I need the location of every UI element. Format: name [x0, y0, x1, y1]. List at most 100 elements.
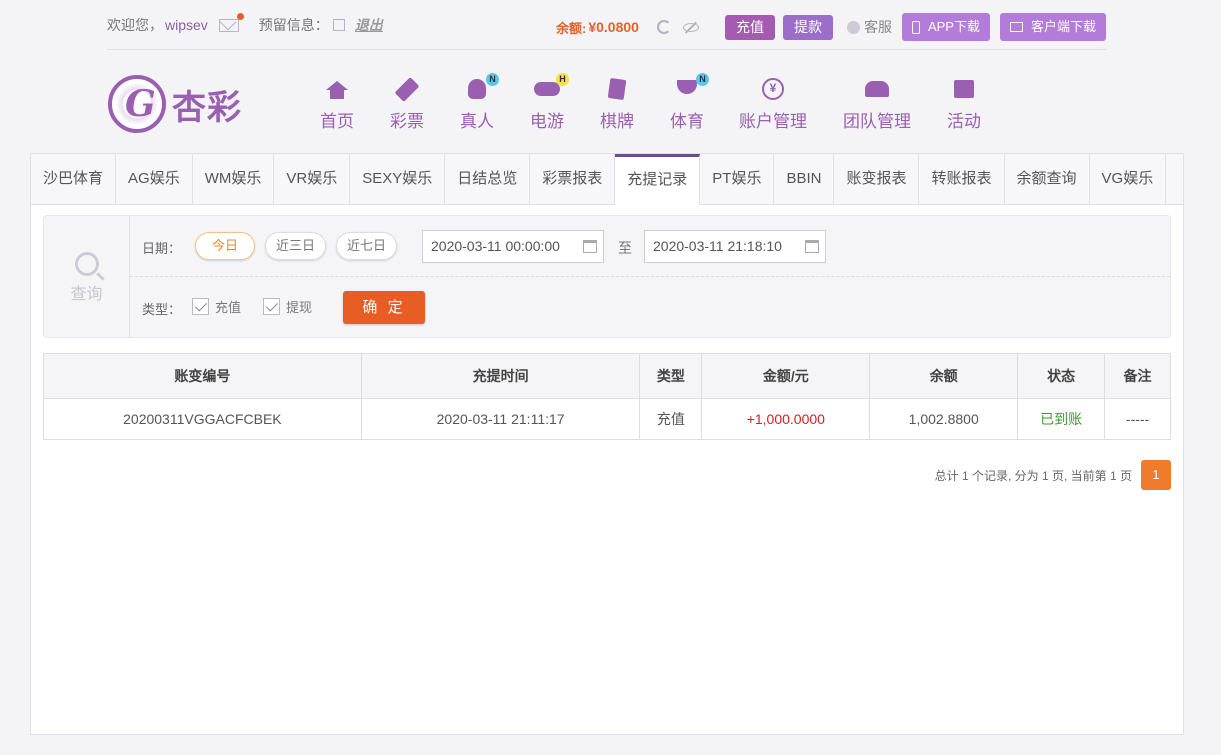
balance-label: 余额: — [556, 20, 587, 36]
start-date-input[interactable]: 2020-03-11 00:00:00 — [422, 230, 604, 263]
records-table: 账变编号 充提时间 类型 金额/元 余额 状态 备注 20200311VGGAC… — [43, 353, 1171, 440]
tab-transfer-report[interactable]: 转账报表 — [919, 154, 1005, 204]
logo-text: 杏彩 — [172, 87, 242, 128]
nav-label: 账户管理 — [739, 112, 807, 131]
balance-value: ¥0.0800 — [588, 19, 639, 35]
col-header-id: 账变编号 — [43, 353, 362, 399]
username: wipsev — [165, 17, 208, 33]
start-date-value: 2020-03-11 00:00:00 — [431, 238, 560, 254]
site-logo[interactable]: 杏彩 — [108, 74, 258, 134]
charge-button[interactable]: 充值 — [724, 14, 775, 40]
col-header-type: 类型 — [639, 353, 703, 399]
tab-vg[interactable]: VG娱乐 — [1089, 154, 1167, 204]
nav-item-team[interactable]: 团队管理 — [842, 78, 912, 132]
checkbox-checked-icon — [192, 298, 209, 315]
nav-item-lottery[interactable]: 彩票 — [388, 76, 426, 132]
tab-lottery-report[interactable]: 彩票报表 — [530, 154, 616, 204]
table-row: 20200311VGGACFCBEK 2020-03-11 21:11:17 充… — [43, 398, 1171, 440]
nav-item-home[interactable]: 首页 — [318, 78, 356, 132]
tab-wm[interactable]: WM娱乐 — [192, 154, 275, 204]
welcome-text: 欢迎您， — [107, 17, 163, 33]
cell-balance: 1,002.8800 — [869, 398, 1019, 440]
table-header-row: 账变编号 充提时间 类型 金额/元 余额 状态 备注 — [43, 353, 1171, 399]
type-withdraw-checkbox[interactable]: 提现 — [263, 297, 312, 316]
tab-deposit-withdraw-records[interactable]: 充提记录 — [615, 154, 701, 205]
date-label: 日期： — [142, 241, 182, 256]
query-label: 查询 — [70, 286, 103, 303]
type-withdraw-label: 提现 — [286, 300, 313, 315]
type-deposit-label: 充值 — [215, 300, 242, 315]
new-badge: N — [486, 73, 499, 86]
team-icon — [865, 81, 889, 97]
monitor-icon — [1009, 22, 1023, 32]
trophy-icon — [677, 80, 697, 94]
home-icon — [326, 80, 348, 99]
pagination-summary: 总计 1 个记录, 分为 1 页, 当前第 1 页 — [934, 468, 1132, 483]
refresh-icon[interactable] — [656, 20, 671, 34]
nav-label: 电游 — [530, 112, 564, 131]
cell-amount: +1,000.0000 — [701, 398, 871, 440]
col-header-remark: 备注 — [1104, 353, 1171, 399]
calendar-icon[interactable] — [805, 240, 819, 253]
customer-service-link[interactable]: 客服 — [846, 17, 892, 37]
tab-ag[interactable]: AG娱乐 — [116, 154, 193, 204]
tab-pt[interactable]: PT娱乐 — [700, 154, 775, 204]
end-date-input[interactable]: 2020-03-11 21:18:10 — [644, 230, 826, 263]
tab-sexy[interactable]: SEXY娱乐 — [350, 154, 446, 204]
type-deposit-checkbox[interactable]: 充值 — [192, 297, 241, 316]
yen-coin-icon: ¥ — [762, 78, 784, 100]
ticket-icon — [394, 76, 420, 102]
unread-dot — [236, 12, 244, 20]
phone-icon — [911, 20, 920, 34]
tab-saba-sports[interactable]: 沙巴体育 — [31, 154, 117, 204]
nav-item-slots[interactable]: H 电游 — [528, 73, 569, 132]
app-download-button[interactable]: APP下载 — [901, 13, 990, 41]
nav-item-sports[interactable]: N 体育 — [668, 73, 709, 132]
nav-item-chess[interactable]: 棋牌 — [598, 77, 636, 132]
tab-vr[interactable]: VR娱乐 — [274, 154, 351, 204]
withdraw-button[interactable]: 提款 — [782, 14, 833, 40]
nav-item-account[interactable]: ¥ 账户管理 — [738, 78, 808, 132]
hide-balance-icon[interactable] — [682, 22, 699, 32]
gift-icon — [954, 80, 974, 98]
query-block: 查询 — [44, 216, 130, 337]
logo-mark-icon — [108, 75, 166, 133]
quick-today[interactable]: 今日 — [195, 232, 255, 260]
new-badge: N — [696, 73, 709, 86]
cell-type: 充值 — [639, 398, 703, 440]
edit-icon[interactable] — [332, 19, 345, 31]
cell-remark: ----- — [1104, 398, 1171, 440]
pagination: 总计 1 个记录, 分为 1 页, 当前第 1 页 1 — [935, 460, 1171, 490]
confirm-button[interactable]: 确 定 — [343, 291, 425, 324]
page: 欢迎您， wipsev 预留信息： 退出 余额: ¥0.0800 充值 提款 客… — [0, 0, 1221, 755]
tab-daily-overview[interactable]: 日结总览 — [445, 154, 531, 204]
gamepad-icon — [534, 82, 560, 96]
col-header-time: 充提时间 — [360, 353, 641, 399]
reserve-info-label: 预留信息： — [258, 17, 329, 33]
cards-icon — [607, 77, 627, 101]
app-download-label: APP下载 — [927, 19, 980, 34]
nav-item-promotions[interactable]: 活动 — [945, 78, 983, 132]
logout-link[interactable]: 退出 — [355, 15, 383, 35]
quick-3days[interactable]: 近三日 — [265, 232, 326, 260]
calendar-icon[interactable] — [583, 240, 597, 253]
date-row: 日期： 今日 近三日 近七日 2020-03-11 00:00:00 至 202… — [130, 216, 1170, 277]
tab-balance-query[interactable]: 余额查询 — [1004, 154, 1090, 204]
tab-bbin[interactable]: BBIN — [774, 154, 835, 204]
tab-account-change-report[interactable]: 账变报表 — [834, 154, 920, 204]
date-range-separator: 至 — [618, 240, 632, 256]
nav-label: 团队管理 — [843, 112, 911, 131]
page-button-1[interactable]: 1 — [1141, 460, 1171, 490]
top-bar: 欢迎您， wipsev 预留信息： 退出 余额: ¥0.0800 充值 提款 客… — [107, 8, 1107, 50]
nav-label: 棋牌 — [600, 112, 634, 131]
nav-item-live[interactable]: N 真人 — [458, 73, 499, 132]
headset-icon — [846, 20, 860, 34]
cell-status: 已到账 — [1017, 398, 1106, 440]
nav-label: 彩票 — [390, 112, 424, 131]
search-icon — [74, 252, 99, 276]
quick-7days[interactable]: 近七日 — [336, 232, 397, 260]
client-download-button[interactable]: 客户端下载 — [999, 13, 1106, 41]
col-header-balance: 余额 — [869, 353, 1019, 399]
customer-service-label: 客服 — [863, 19, 892, 35]
mail-icon[interactable] — [218, 12, 244, 32]
